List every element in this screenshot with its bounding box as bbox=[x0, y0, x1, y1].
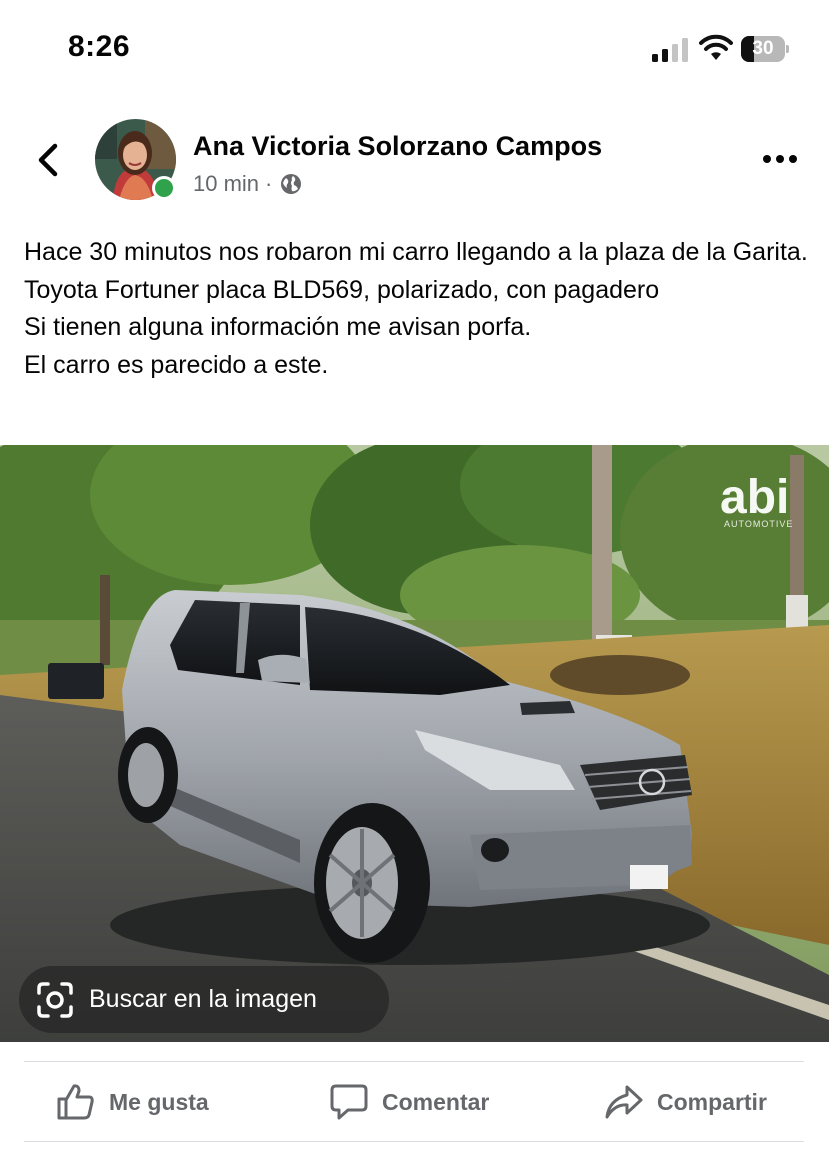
cellular-signal-icon bbox=[652, 38, 688, 62]
chevron-left-icon bbox=[38, 143, 58, 177]
post-text-line: Hace 30 minutos nos robaron mi carro lle… bbox=[24, 238, 808, 304]
car-photo: abi AUTOMOTIVE bbox=[0, 445, 829, 1042]
post-meta: 10 min · bbox=[193, 171, 302, 197]
visual-search-button[interactable]: Buscar en la imagen bbox=[19, 966, 389, 1033]
like-button[interactable]: Me gusta bbox=[55, 1080, 209, 1124]
post-timestamp[interactable]: 10 min bbox=[193, 171, 259, 197]
meta-separator: · bbox=[265, 171, 273, 196]
divider-top bbox=[24, 1061, 804, 1062]
share-label: Compartir bbox=[657, 1088, 767, 1115]
comment-label: Comentar bbox=[382, 1088, 490, 1115]
battery-icon: 30 bbox=[741, 36, 789, 62]
status-bar: 8:26 30 bbox=[0, 0, 829, 100]
comment-button[interactable]: Comentar bbox=[328, 1080, 489, 1124]
share-arrow-icon bbox=[605, 1085, 643, 1119]
more-dots-icon bbox=[763, 155, 797, 163]
watermark-text: abi bbox=[720, 471, 789, 524]
post-photo[interactable]: abi AUTOMOTIVE Buscar en la imagen bbox=[0, 445, 829, 1042]
back-button[interactable] bbox=[28, 136, 68, 184]
visual-search-label: Buscar en la imagen bbox=[89, 985, 317, 1013]
author-name[interactable]: Ana Victoria Solorzano Campos bbox=[193, 131, 602, 162]
more-options-button[interactable] bbox=[758, 144, 802, 174]
wifi-icon bbox=[699, 34, 733, 60]
globe-icon bbox=[281, 174, 302, 194]
divider-bottom bbox=[24, 1141, 804, 1142]
watermark-subtext: AUTOMOTIVE bbox=[724, 519, 793, 529]
thumbs-up-icon bbox=[57, 1084, 94, 1120]
post-text: Hace 30 minutos nos robaron mi carro lle… bbox=[24, 234, 814, 384]
like-label: Me gusta bbox=[109, 1088, 209, 1115]
visual-search-icon bbox=[37, 981, 73, 1018]
battery-level: 30 bbox=[752, 38, 774, 59]
online-status-dot bbox=[152, 176, 176, 200]
post-text-line: Si tienen alguna información me avisan p… bbox=[24, 313, 532, 341]
comment-bubble-icon bbox=[330, 1084, 368, 1120]
avatar[interactable] bbox=[95, 119, 176, 200]
post-text-line: El carro es parecido a este. bbox=[24, 350, 329, 379]
status-time: 8:26 bbox=[68, 30, 131, 63]
share-button[interactable]: Compartir bbox=[603, 1080, 767, 1124]
